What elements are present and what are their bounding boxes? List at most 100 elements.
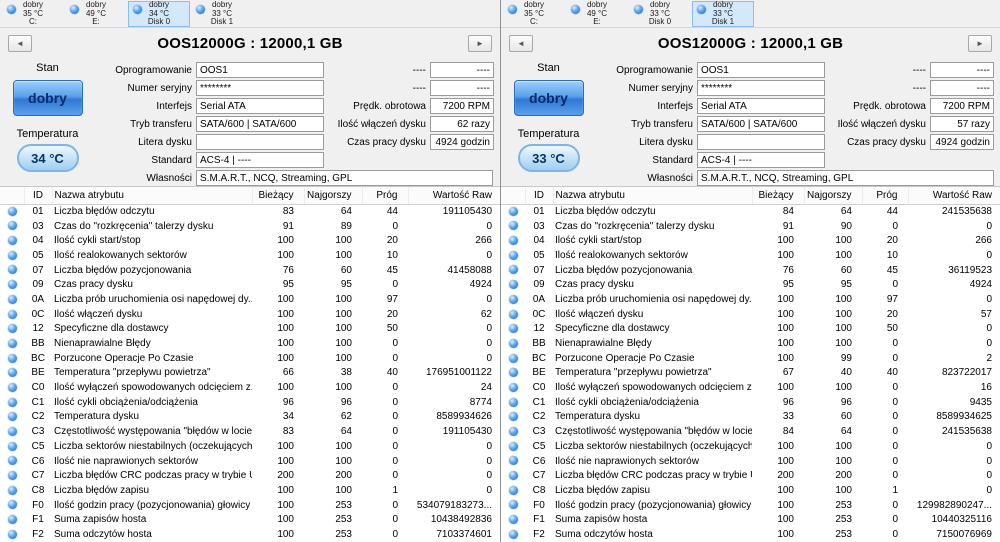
field-row: WłasnościS.M.A.R.T., NCQ, Streaming, GPL (95, 169, 493, 187)
disk-title: OOS12000G : 12000,1 GB (533, 35, 968, 52)
temperature-indicator[interactable]: 33 °C (518, 144, 580, 172)
attribute-row[interactable]: C2Temperatura dysku346208589934626 (0, 410, 500, 425)
attribute-row[interactable]: F2Suma odczytów hosta10025307150076969 (501, 527, 1000, 542)
next-disk-button[interactable]: ► (468, 35, 492, 52)
attribute-cell: 0C (24, 307, 52, 322)
attribute-row[interactable]: 07Liczba błędów pozycjonowania7660453611… (501, 263, 1000, 278)
disk-health-icon (634, 5, 643, 14)
disk-tab-text: dobry33 °CDisk 1 (211, 1, 233, 27)
attribute-cell: 0 (408, 248, 500, 263)
disk-tab-disk-0[interactable]: dobry34 °CDisk 0 (128, 1, 190, 27)
attribute-status-cell (0, 292, 24, 307)
attribute-row[interactable]: 0CIlość włączeń dysku1001002062 (0, 307, 500, 322)
field-row: -------- (326, 79, 494, 97)
disk-tab-disk-1[interactable]: dobry33 °CDisk 1 (692, 1, 754, 27)
disk-tab-c[interactable]: dobry35 °CC: (2, 1, 64, 27)
attribute-cell: Ilość cykli start/stop (553, 233, 752, 248)
attribute-row[interactable]: C6Ilość nie naprawionych sektorów1001000… (0, 454, 500, 469)
field-row: -------- (326, 61, 494, 79)
attribute-row[interactable]: C8Liczba błędów zapisu10010010 (0, 483, 500, 498)
attribute-cell: C8 (24, 483, 52, 498)
attribute-row[interactable]: C5Liczba sektorów niestabilnych (oczekuj… (0, 439, 500, 454)
attribute-row[interactable]: 07Liczba błędów pozycjonowania7660454145… (0, 263, 500, 278)
attribute-row[interactable]: 04Ilość cykli start/stop10010020266 (0, 233, 500, 248)
attribute-row[interactable]: 01Liczba błędów odczytu846444241535638 (501, 204, 1000, 219)
attribute-row[interactable]: C8Liczba błędów zapisu10010010 (501, 483, 1000, 498)
attribute-status-cell (0, 204, 24, 219)
field-label: Tryb transferu (95, 119, 192, 130)
attribute-row[interactable]: F2Suma odczytów hosta10025307103374601 (0, 527, 500, 542)
health-status-button[interactable]: dobry (13, 80, 83, 116)
attribute-row[interactable]: 03Czas do "rozkręcenia" talerzy dysku918… (0, 219, 500, 234)
attribute-cell: 200 (304, 468, 362, 483)
attribute-row[interactable]: C0Ilość wyłączeń spowodowanych odcięciem… (501, 380, 1000, 395)
attribute-row[interactable]: F0Ilość godzin pracy (pozycjonowania) gł… (0, 498, 500, 513)
attribute-row[interactable]: 05Ilość realokowanych sektorów100100100 (501, 248, 1000, 263)
attribute-row[interactable]: 0ALiczba prób uruchomienia osi napędowej… (501, 292, 1000, 307)
prev-disk-button[interactable]: ◄ (509, 35, 533, 52)
attribute-row[interactable]: BBNienaprawialne Błędy10010000 (0, 336, 500, 351)
attribute-row[interactable]: C7Liczba błędów CRC podczas pracy w tryb… (501, 468, 1000, 483)
attribute-cell: Ilość włączeń dysku (553, 307, 752, 322)
attribute-row[interactable]: BBNienaprawialne Błędy10010000 (501, 336, 1000, 351)
attribute-row[interactable]: 04Ilość cykli start/stop10010020266 (501, 233, 1000, 248)
attribute-cell: Ilość godzin pracy (pozycjonowania) głow… (52, 498, 252, 513)
attribute-cell: 0 (362, 351, 408, 366)
smart-attributes-table: IDNazwa atrybutuBieżącyNajgorszyPrógWart… (0, 187, 500, 542)
attribute-status-icon (8, 398, 17, 407)
attribute-status-cell (501, 468, 525, 483)
smart-table-body: 01Liczba błędów odczytu84644424153563803… (501, 204, 1000, 542)
disk-tab-e[interactable]: dobry49 °CE: (65, 1, 127, 27)
attribute-row[interactable]: C1Ilość cykli obciążenia/odciążenia96960… (0, 395, 500, 410)
attribute-row[interactable]: 0CIlość włączeń dysku1001002057 (501, 307, 1000, 322)
attribute-row[interactable]: 05Ilość realokowanych sektorów100100100 (0, 248, 500, 263)
attribute-row[interactable]: 12Specyficzne dla dostawcy100100500 (0, 322, 500, 337)
attribute-row[interactable]: C3Częstotliwość występowania "błędów w l… (0, 424, 500, 439)
header-nazwa-atrybutu: Nazwa atrybutu (553, 187, 752, 204)
attribute-row[interactable]: 01Liczba błędów odczytu836444191105430 (0, 204, 500, 219)
attribute-row[interactable]: C1Ilość cykli obciążenia/odciążenia96960… (501, 395, 1000, 410)
attribute-row[interactable]: BCPorzucone Operacje Po Czasie1009902 (501, 351, 1000, 366)
attribute-cell: C2 (24, 410, 52, 425)
header-najgorszy: Najgorszy (804, 187, 862, 204)
attribute-cell: Temperatura dysku (52, 410, 252, 425)
disk-tab-c[interactable]: dobry35 °CC: (503, 1, 565, 27)
next-disk-button[interactable]: ► (968, 35, 992, 52)
attribute-cell: 100 (752, 439, 804, 454)
disk-tab-disk-1[interactable]: dobry33 °CDisk 1 (191, 1, 253, 27)
attribute-row[interactable]: C7Liczba błędów CRC podczas pracy w tryb… (0, 468, 500, 483)
attribute-cell: Suma odczytów hosta (553, 527, 752, 542)
attribute-row[interactable]: 12Specyficzne dla dostawcy100100500 (501, 322, 1000, 337)
attribute-row[interactable]: 0ALiczba prób uruchomienia osi napędowej… (0, 292, 500, 307)
attribute-row[interactable]: F1Suma zapisów hosta100253010440325116 (501, 512, 1000, 527)
temperature-indicator[interactable]: 34 °C (17, 144, 79, 172)
attribute-row[interactable]: 03Czas do "rozkręcenia" talerzy dysku919… (501, 219, 1000, 234)
attribute-status-icon (8, 295, 17, 304)
attribute-row[interactable]: C5Liczba sektorów niestabilnych (oczekuj… (501, 439, 1000, 454)
attribute-cell: 0 (362, 468, 408, 483)
attribute-row[interactable]: C6Ilość nie naprawionych sektorów1001000… (501, 454, 1000, 469)
attribute-row[interactable]: C2Temperatura dysku336008589934625 (501, 410, 1000, 425)
attribute-row[interactable]: 09Czas pracy dysku959504924 (0, 277, 500, 292)
attribute-cell: 33 (752, 410, 804, 425)
attribute-cell: 0 (408, 454, 500, 469)
attribute-row[interactable]: BETemperatura "przepływu powietrza"67404… (501, 366, 1000, 381)
attribute-cell: Specyficzne dla dostawcy (52, 322, 252, 337)
attribute-row[interactable]: F0Ilość godzin pracy (pozycjonowania) gł… (501, 498, 1000, 513)
attribute-cell: BE (525, 366, 553, 381)
disk-tab-disk-0[interactable]: dobry33 °CDisk 0 (629, 1, 691, 27)
smart-table-head: IDNazwa atrybutuBieżącyNajgorszyPrógWart… (0, 187, 500, 204)
smart-table-wrap: IDNazwa atrybutuBieżącyNajgorszyPrógWart… (0, 186, 500, 542)
disk-tab-e[interactable]: dobry49 °CE: (566, 1, 628, 27)
prev-disk-button[interactable]: ◄ (8, 35, 32, 52)
attribute-row[interactable]: C0Ilość wyłączeń spowodowanych odcięciem… (0, 380, 500, 395)
health-status-button[interactable]: dobry (514, 80, 584, 116)
attribute-row[interactable]: 09Czas pracy dysku959504924 (501, 277, 1000, 292)
attribute-row[interactable]: F1Suma zapisów hosta100253010438492836 (0, 512, 500, 527)
disk-tab-name: Disk 0 (649, 18, 671, 27)
attribute-row[interactable]: BCPorzucone Operacje Po Czasie10010000 (0, 351, 500, 366)
attribute-row[interactable]: BETemperatura "przepływu powietrza"66384… (0, 366, 500, 381)
attribute-row[interactable]: C3Częstotliwość występowania "błędów w l… (501, 424, 1000, 439)
attribute-cell: Liczba błędów zapisu (553, 483, 752, 498)
attribute-status-cell (501, 336, 525, 351)
